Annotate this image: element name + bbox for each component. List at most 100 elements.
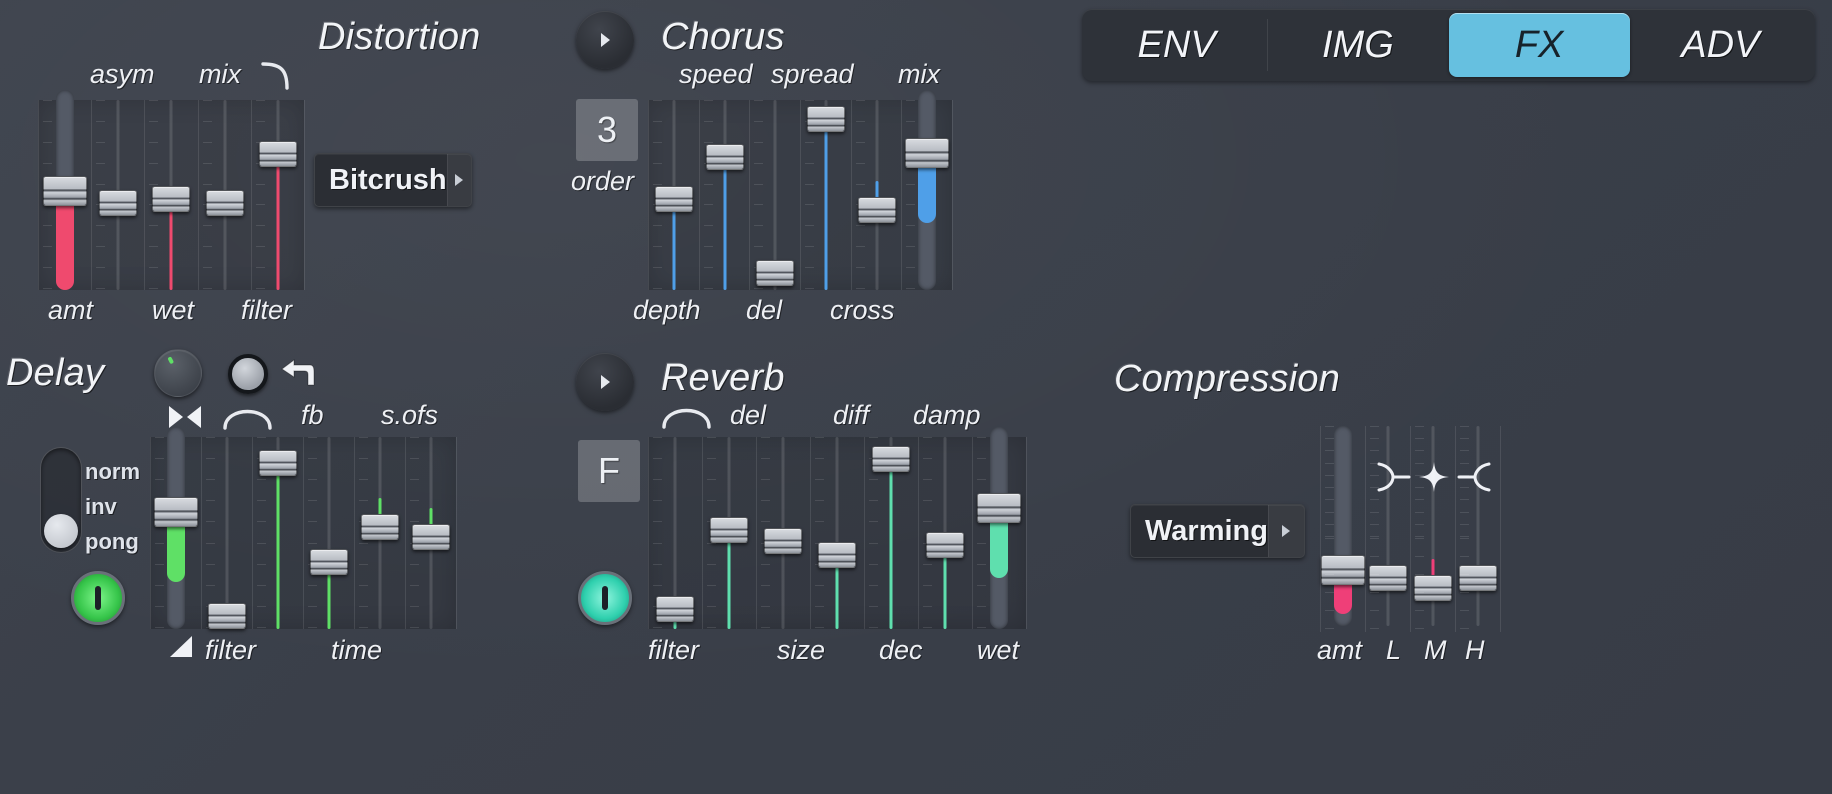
slider-diff[interactable]: [864, 437, 918, 629]
slider-handle[interactable]: [42, 176, 87, 206]
slider-s.ofs[interactable]: [354, 437, 405, 629]
comp-knee-soft-icon[interactable]: [1376, 460, 1412, 494]
slider-handle[interactable]: [755, 260, 794, 286]
chorus-power-button[interactable]: [576, 11, 634, 69]
compression-preset-value: Warming: [1145, 514, 1268, 547]
filter-curve-icon: [223, 409, 272, 430]
slider-handle[interactable]: [818, 542, 856, 568]
delay-power-button[interactable]: [71, 571, 125, 625]
chorus-order-value[interactable]: 3: [576, 99, 638, 161]
chorus-label-del: del: [746, 295, 783, 325]
slider-handle[interactable]: [153, 497, 198, 527]
slider-del[interactable]: [756, 437, 810, 629]
slider-handle[interactable]: [1320, 555, 1365, 585]
delay-mode-pong[interactable]: pong: [85, 529, 139, 555]
slider-tick: [1370, 592, 1379, 593]
slider-speed[interactable]: [699, 100, 750, 290]
comp-knee-hard-icon[interactable]: [1456, 460, 1492, 494]
slider-handle[interactable]: [207, 603, 246, 629]
slider-handle[interactable]: [705, 144, 744, 170]
slider-handle[interactable]: [654, 186, 693, 212]
slider-handle[interactable]: [258, 141, 297, 167]
slider-handle[interactable]: [151, 186, 190, 212]
slider-fill: [672, 208, 675, 290]
compression-preset-dropdown[interactable]: Warming: [1130, 504, 1305, 558]
comp-knee-mid-icon[interactable]: [1416, 460, 1452, 494]
reverb-label-damp: damp: [913, 400, 981, 430]
slider-tick: [1325, 592, 1334, 593]
slider-tick: [1415, 556, 1424, 557]
slider-handle[interactable]: [98, 190, 137, 216]
slider-handle[interactable]: [205, 190, 244, 216]
distortion-preset-dropdown[interactable]: Bitcrush: [314, 153, 472, 207]
tab-fx[interactable]: FX: [1448, 13, 1630, 77]
slider-damp[interactable]: [972, 427, 1026, 629]
slider-handle[interactable]: [656, 596, 694, 622]
slider-tick: [1460, 499, 1469, 500]
delay-knob[interactable]: [154, 349, 202, 397]
slider-cross[interactable]: [851, 100, 902, 290]
slider-del[interactable]: [749, 100, 800, 290]
slider-tick: [1325, 574, 1334, 575]
slider-handle[interactable]: [1368, 565, 1407, 591]
slider-handle[interactable]: [258, 450, 297, 476]
slider-handle[interactable]: [360, 514, 399, 540]
arrow-back-icon[interactable]: [276, 355, 318, 395]
delay-mode-switch[interactable]: [40, 447, 82, 553]
slider-filter[interactable]: [201, 437, 252, 629]
reverb-mode-box[interactable]: F: [578, 440, 640, 502]
slider-tick: [1370, 538, 1379, 539]
slider-fill: [917, 160, 936, 223]
slider-dec[interactable]: [918, 437, 972, 629]
slider-H[interactable]: [1455, 426, 1500, 628]
compression-label-h: H: [1465, 635, 1485, 665]
slider-M[interactable]: [1410, 426, 1455, 628]
slider-tick: [1415, 628, 1424, 629]
slider-filter[interactable]: [251, 100, 304, 290]
slider-time[interactable]: [303, 437, 354, 629]
slider-L[interactable]: [1365, 426, 1410, 628]
slider-track: [1476, 426, 1479, 626]
tab-env[interactable]: ENV: [1086, 13, 1267, 77]
slider-handle[interactable]: [1458, 565, 1497, 591]
slider-handle[interactable]: [764, 528, 802, 554]
slider-mix[interactable]: [198, 100, 251, 290]
slider-tick: [1370, 628, 1379, 629]
slider-asym[interactable]: [91, 100, 144, 290]
reverb-power-button[interactable]: [576, 353, 634, 411]
slider-size[interactable]: [810, 437, 864, 629]
slider-depth[interactable]: [648, 100, 699, 290]
slider-handle[interactable]: [872, 446, 910, 472]
slider-handle[interactable]: [926, 532, 964, 558]
slider-filter-hi[interactable]: [702, 437, 756, 629]
slider-handle[interactable]: [411, 524, 450, 550]
slider-handle[interactable]: [904, 138, 949, 168]
slider-handle[interactable]: [806, 106, 845, 132]
slider-handle[interactable]: [710, 517, 748, 543]
delay-mode-inv[interactable]: inv: [85, 494, 117, 520]
slider-extra[interactable]: [405, 437, 456, 629]
reverb-power-toggle[interactable]: [578, 571, 632, 625]
chevron-right-icon: [1267, 505, 1304, 557]
slider-column-separator: [952, 100, 953, 290]
delay-sync-button[interactable]: [228, 354, 268, 394]
slider-fb[interactable]: [252, 437, 303, 629]
slider-amt[interactable]: [1320, 426, 1365, 628]
slider-wet[interactable]: [144, 100, 197, 290]
slider-amt[interactable]: [38, 90, 91, 290]
slider-handle[interactable]: [977, 493, 1021, 523]
slider-spread[interactable]: [800, 100, 851, 290]
slider-column-separator: [1026, 437, 1027, 629]
slider-filter-lo[interactable]: [648, 437, 702, 629]
slider-mix[interactable]: [901, 90, 952, 290]
slider-tick: [1460, 426, 1469, 427]
delay-label-filter: filter: [205, 635, 257, 665]
slider-wet[interactable]: [150, 427, 201, 629]
slider-handle[interactable]: [857, 197, 896, 223]
tab-adv[interactable]: ADV: [1630, 13, 1811, 77]
tab-img[interactable]: IMG: [1267, 13, 1448, 77]
slider-handle[interactable]: [309, 549, 348, 575]
delay-mode-norm[interactable]: norm: [85, 459, 140, 485]
slider-tick: [1415, 499, 1424, 500]
slider-handle[interactable]: [1413, 575, 1452, 601]
